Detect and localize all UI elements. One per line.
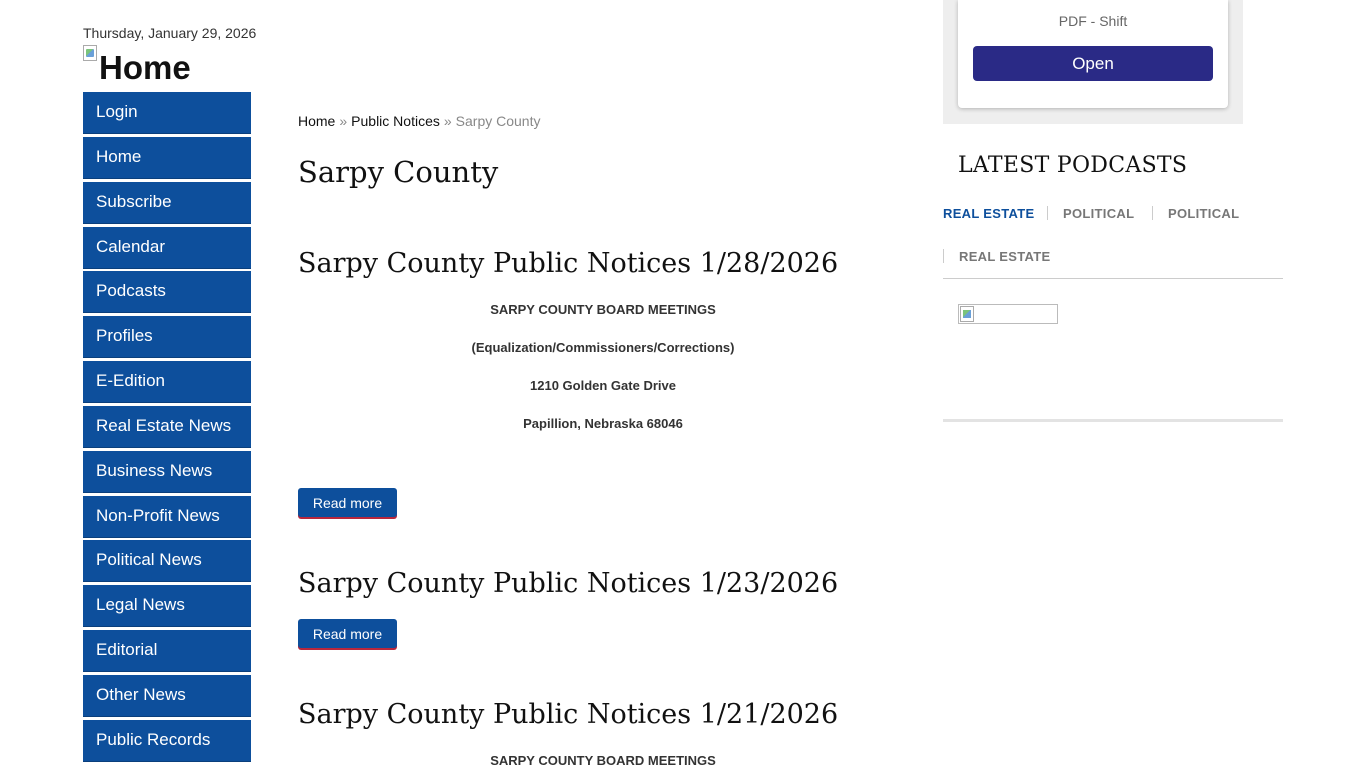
open-button[interactable]: Open bbox=[973, 46, 1213, 81]
sidebar-item-login[interactable]: Login bbox=[83, 92, 251, 134]
site-logo-link[interactable]: Home bbox=[83, 45, 191, 91]
pdf-card: PDF - Shift Open bbox=[958, 0, 1228, 108]
article-title-link[interactable]: Sarpy County Public Notices 1/23/2026 bbox=[298, 568, 838, 599]
read-more-button[interactable]: Read more bbox=[298, 619, 397, 648]
article-excerpt-line: 1210 Golden Gate Drive bbox=[530, 378, 676, 393]
article-excerpt-line: SARPY COUNTY BOARD MEETINGS bbox=[490, 753, 716, 768]
tabs-divider-line bbox=[943, 278, 1283, 279]
breadcrumb-public-notices-link[interactable]: Public Notices bbox=[351, 113, 440, 129]
sidebar-item-calendar[interactable]: Calendar bbox=[83, 226, 251, 269]
tab-political[interactable]: POLITICAL bbox=[1063, 206, 1134, 221]
article-excerpt-line: Papillion, Nebraska 68046 bbox=[523, 416, 683, 431]
sidebar-item-business-news[interactable]: Business News bbox=[83, 450, 251, 493]
tab-divider bbox=[1047, 206, 1048, 220]
sidebar-item-real-estate-news[interactable]: Real Estate News bbox=[83, 405, 251, 448]
read-more-button[interactable]: Read more bbox=[298, 488, 397, 517]
breadcrumb-separator: » bbox=[339, 113, 348, 129]
sidebar-item-profiles[interactable]: Profiles bbox=[83, 316, 251, 359]
broken-image-icon bbox=[83, 45, 97, 61]
sidebar-item-editorial[interactable]: Editorial bbox=[83, 630, 251, 673]
podcast-thumbnail[interactable] bbox=[958, 304, 1058, 324]
breadcrumb: Home» Public Notices» Sarpy County bbox=[298, 113, 540, 129]
page-title: Sarpy County bbox=[298, 155, 499, 189]
tab-divider bbox=[943, 249, 944, 263]
breadcrumb-home-link[interactable]: Home bbox=[298, 113, 335, 129]
breadcrumb-current: Sarpy County bbox=[455, 113, 541, 129]
tab-political[interactable]: POLITICAL bbox=[1168, 206, 1239, 221]
pdf-label: PDF - Shift bbox=[1058, 13, 1128, 29]
sidebar-item-other-news[interactable]: Other News bbox=[83, 674, 251, 717]
article-excerpt-line: (Equalization/Commissioners/Corrections) bbox=[471, 340, 735, 355]
breadcrumb-separator: » bbox=[443, 113, 452, 129]
sidebar-item-legal-news[interactable]: Legal News bbox=[83, 585, 251, 628]
broken-image-icon bbox=[960, 306, 974, 322]
section-divider bbox=[943, 419, 1283, 422]
latest-podcasts-heading: LATEST PODCASTS bbox=[958, 153, 1188, 178]
sidebar-item-political-news[interactable]: Political News bbox=[83, 540, 251, 583]
current-date: Thursday, January 29, 2026 bbox=[83, 25, 257, 41]
sidebar-item-public-records[interactable]: Public Records bbox=[83, 719, 251, 762]
article-title-link[interactable]: Sarpy County Public Notices 1/28/2026 bbox=[298, 248, 838, 279]
sidebar-item-podcasts[interactable]: Podcasts bbox=[83, 271, 251, 314]
article-excerpt-line: SARPY COUNTY BOARD MEETINGS bbox=[490, 302, 716, 317]
sidebar-item-home[interactable]: Home bbox=[83, 136, 251, 179]
sidebar-item-subscribe[interactable]: Subscribe bbox=[83, 181, 251, 224]
tab-real-estate[interactable]: REAL ESTATE bbox=[943, 206, 1034, 221]
sidebar-item-non-profit-news[interactable]: Non-Profit News bbox=[83, 495, 251, 538]
sidebar-item-e-edition[interactable]: E-Edition bbox=[83, 361, 251, 404]
e-edition-widget: PDF - Shift Open bbox=[943, 0, 1243, 124]
logo-alt-text: Home bbox=[99, 49, 191, 86]
tab-real-estate[interactable]: REAL ESTATE bbox=[959, 249, 1050, 264]
sidebar-nav: Login Home Subscribe Calendar Podcasts P… bbox=[83, 92, 251, 765]
article-title-link[interactable]: Sarpy County Public Notices 1/21/2026 bbox=[298, 699, 838, 730]
tab-divider bbox=[1152, 206, 1153, 220]
